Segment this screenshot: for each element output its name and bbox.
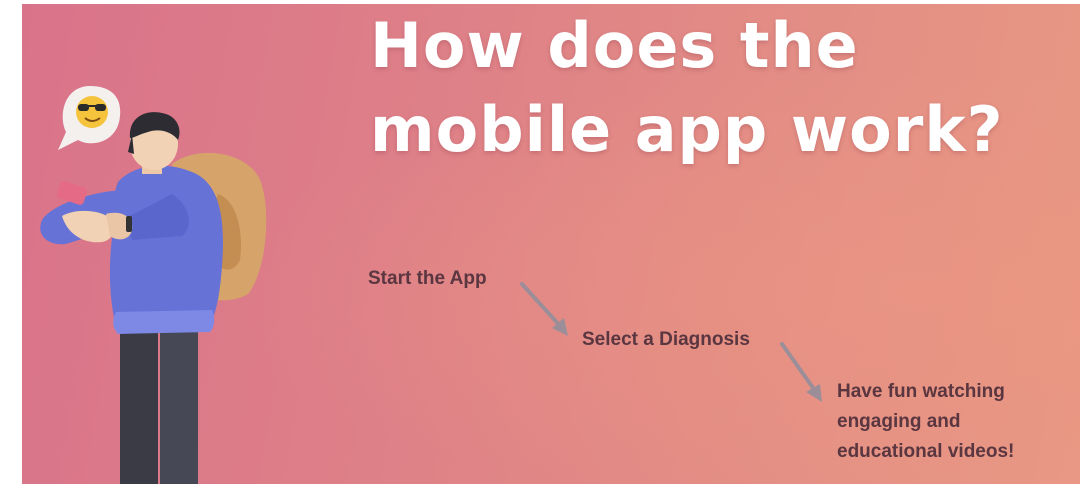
arrow-down-right-icon bbox=[520, 282, 568, 336]
step-select-diagnosis: Select a Diagnosis bbox=[582, 329, 750, 350]
step-watch-videos-line-3: educational videos! bbox=[837, 441, 1015, 462]
sunglasses-emoji-icon bbox=[76, 96, 108, 128]
step-start-app: Start the App bbox=[368, 268, 487, 289]
title-line-1: How does the bbox=[370, 9, 859, 82]
presentation-slide: How does the mobile app work? Start the … bbox=[22, 4, 1080, 484]
step-watch-videos-line-1: Have fun watching bbox=[837, 381, 1005, 402]
slide-title: How does the mobile app work? bbox=[370, 4, 1070, 172]
arrow-down-right-icon bbox=[780, 342, 822, 402]
step-watch-videos-line-2: engaging and bbox=[837, 411, 961, 432]
speech-bubble-icon bbox=[58, 86, 121, 150]
step-watch-videos: Have fun watching engaging and education… bbox=[837, 377, 1067, 467]
person-with-backpack-illustration bbox=[40, 86, 267, 484]
video-frame: How does the mobile app work? Start the … bbox=[0, 0, 1086, 488]
title-line-2: mobile app work? bbox=[370, 93, 1004, 166]
